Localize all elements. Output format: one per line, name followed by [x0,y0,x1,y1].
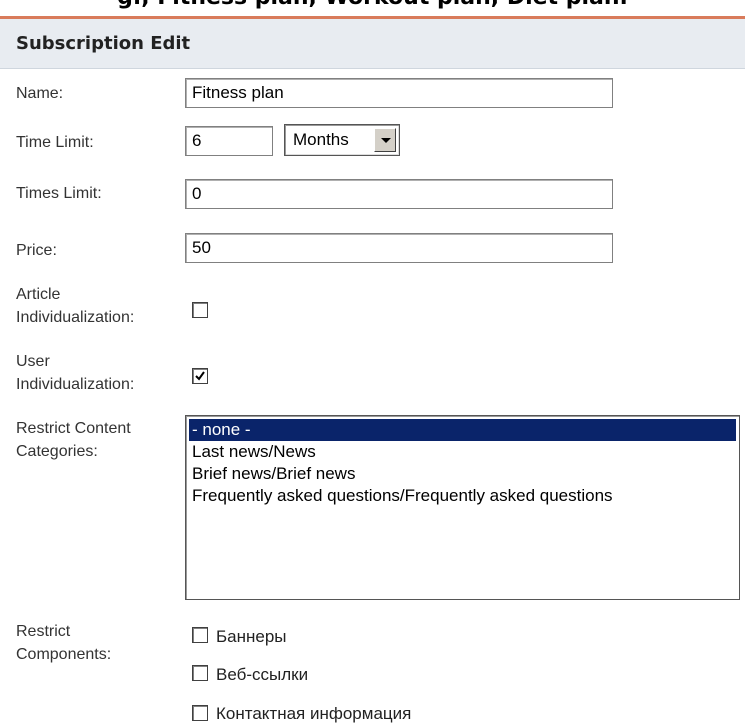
user-individualization-label-1: User [16,353,50,370]
price-field[interactable]: 50 [185,233,613,263]
price-label: Price: [16,242,57,259]
page-heading-clipped: g., Fitness plan, Workout plan, Diet pla… [0,0,745,9]
time-unit-value: Months [293,130,349,149]
name-field[interactable]: Fitness plan [185,78,613,108]
checkmark-icon [195,371,205,381]
time-limit-label: Time Limit: [16,134,94,151]
article-individualization-label-1: Article [16,286,61,303]
article-individualization-checkbox[interactable] [192,302,208,318]
restrict-categories-label-2: Categories: [16,443,98,460]
category-option[interactable]: Frequently asked questions/Frequently as… [189,485,736,507]
category-option[interactable]: - none - [189,419,736,441]
user-individualization-checkbox[interactable] [192,368,208,384]
chevron-down-icon[interactable] [374,128,396,152]
restrict-categories-label-1: Restrict Content [16,420,131,437]
restrict-components-label-2: Components: [16,646,112,663]
restrict-categories-listbox[interactable]: - none - Last news/News Brief news/Brief… [185,415,740,600]
panel-title: Subscription Edit [16,33,191,54]
component-label: Веб-ссылки [216,665,309,684]
component-checkbox-contacts[interactable] [192,705,208,721]
component-checkbox-banners[interactable] [192,627,208,643]
name-label: Name: [16,85,64,102]
category-option[interactable]: Last news/News [189,441,736,463]
article-individualization-label-2: Individualization: [16,309,135,326]
times-limit-field[interactable]: 0 [185,179,613,209]
component-label: Контактная информация [216,704,412,723]
component-checkbox-weblinks[interactable] [192,665,208,681]
category-option[interactable]: Brief news/Brief news [189,463,736,485]
panel-header: Subscription Edit [0,19,745,69]
user-individualization-label-2: Individualization: [16,376,135,393]
time-limit-field[interactable]: 6 [185,126,273,156]
times-limit-label: Times Limit: [16,185,102,202]
component-label: Баннеры [216,627,287,646]
time-unit-select[interactable]: Months [284,124,400,156]
restrict-components-label-1: Restrict [16,623,71,640]
